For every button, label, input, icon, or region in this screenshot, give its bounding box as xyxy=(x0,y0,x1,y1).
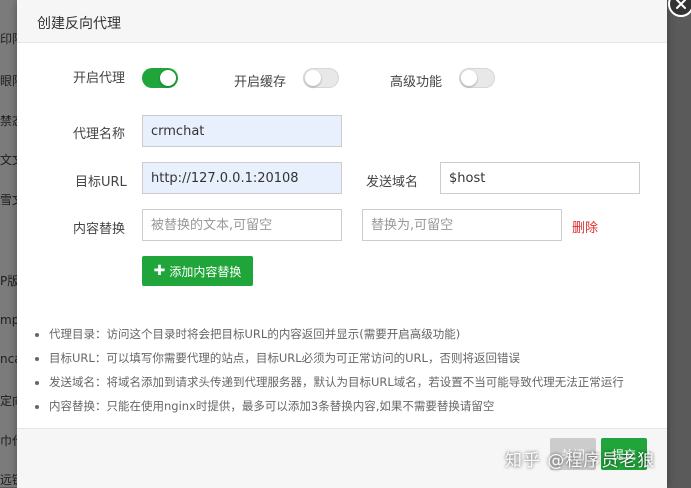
advanced-label: 高级功能 xyxy=(390,75,443,90)
dialog-titlebar: 创建反向代理 xyxy=(17,0,667,43)
plus-icon: ✚ xyxy=(153,263,166,279)
proxy-name-label: 代理名称 xyxy=(73,127,126,142)
create-reverse-proxy-dialog: 创建反向代理 开启代理 开启缓存 高级功能 代理名称 目标URL 发送域名 内容… xyxy=(17,0,691,488)
note-item: 代理目录：访问这个目录时将会把目标URL的内容返回并显示(需要开启高级功能) xyxy=(49,322,685,346)
enable-cache-label: 开启缓存 xyxy=(234,75,287,90)
note-item: 目标URL：可以填写你需要代理的站点，目标URL必须为可正常访问的URL，否则将… xyxy=(49,346,685,370)
content-replace-label: 内容替换 xyxy=(73,222,126,237)
dialog-title: 创建反向代理 xyxy=(37,16,121,32)
toggle-knob xyxy=(305,70,321,86)
target-url-label: 目标URL xyxy=(75,175,127,190)
replace-from-input[interactable] xyxy=(142,209,342,241)
proxy-name-input[interactable] xyxy=(142,115,342,147)
add-content-replace-label: 添加内容替换 xyxy=(169,264,242,279)
delete-replace-link[interactable]: 删除 xyxy=(572,217,598,236)
enable-cache-toggle[interactable] xyxy=(303,68,339,88)
note-item: 发送域名：将域名添加到请求头传递到代理服务器，默认为目标URL域名，若设置不当可… xyxy=(49,370,685,394)
send-domain-input[interactable] xyxy=(440,162,640,194)
help-notes: 代理目录：访问这个目录时将会把目标URL的内容返回并显示(需要开启高级功能) 目… xyxy=(29,322,685,418)
enable-proxy-label: 开启代理 xyxy=(73,71,126,86)
toggle-knob xyxy=(461,70,477,86)
add-content-replace-button[interactable]: ✚ 添加内容替换 xyxy=(142,256,253,286)
close-icon[interactable] xyxy=(668,0,691,17)
note-item: 内容替换：只能在使用nginx时提供，最多可以添加3条替换内容,如果不需要替换请… xyxy=(49,394,685,418)
advanced-toggle[interactable] xyxy=(459,68,495,88)
send-domain-label: 发送域名 xyxy=(366,175,419,190)
target-url-input[interactable] xyxy=(142,162,342,194)
enable-proxy-toggle[interactable] xyxy=(142,68,178,88)
toggle-knob xyxy=(160,70,176,86)
watermark: 知乎 @程序员老狼 xyxy=(505,451,656,471)
replace-to-input[interactable] xyxy=(362,209,562,241)
